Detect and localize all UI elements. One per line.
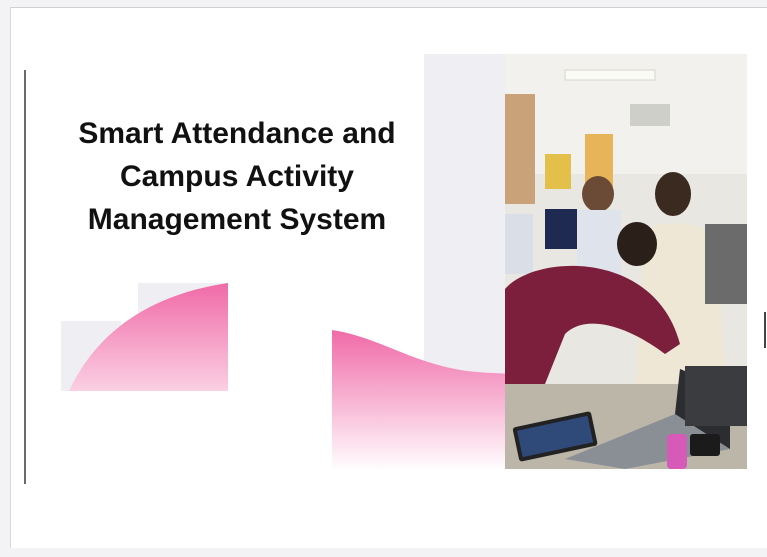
slide-canvas: Smart Attendance and Campus Activity Man… <box>10 7 767 548</box>
left-rule-line <box>24 70 26 484</box>
photo-icon[interactable] <box>505 54 747 469</box>
pink-wave-decoration-left <box>61 283 228 391</box>
pink-wave-decoration-right <box>332 330 507 471</box>
title-line-1: Smart Attendance and <box>78 117 396 150</box>
title-line-3: Management System <box>87 203 387 236</box>
title-line-2: Campus Activity <box>120 160 354 193</box>
slide-title[interactable]: Smart Attendance and Campus Activity Man… <box>51 112 423 241</box>
text-cursor <box>764 312 766 348</box>
